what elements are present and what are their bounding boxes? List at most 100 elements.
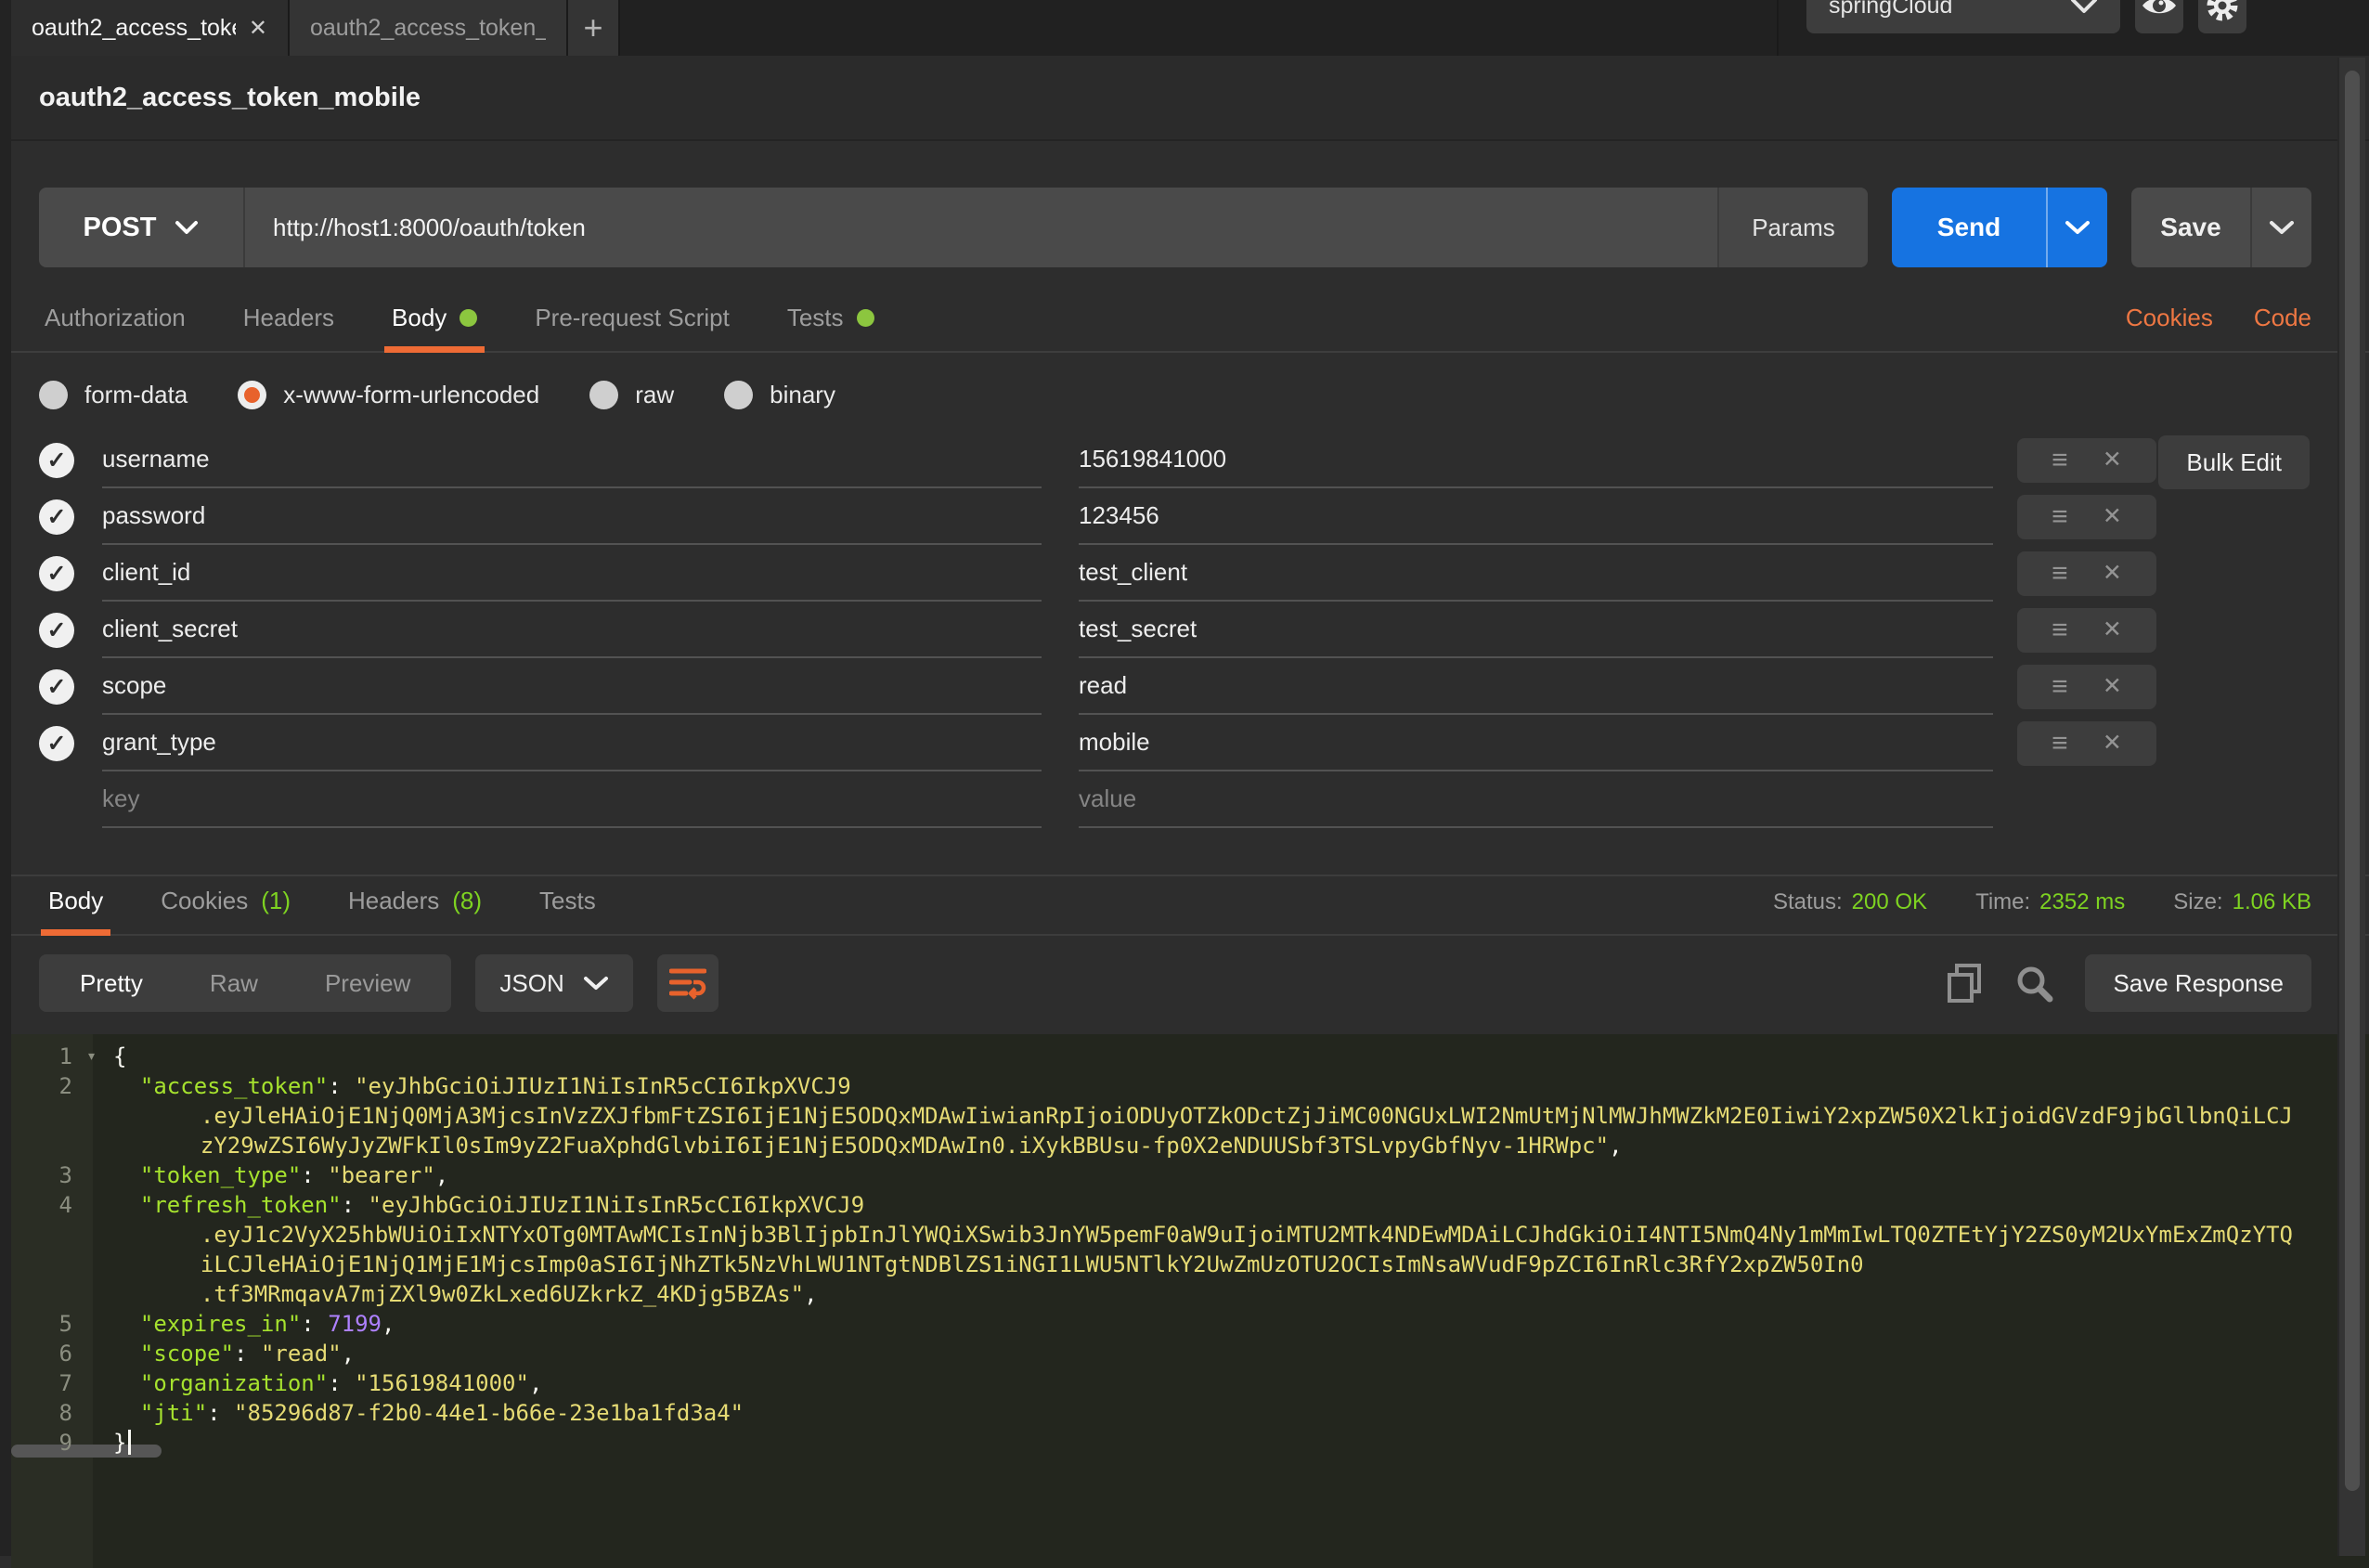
row-enabled-checkbox[interactable]: ✓: [39, 726, 74, 761]
value-field[interactable]: test_secret: [1079, 602, 1993, 658]
radio-unselected-icon[interactable]: [39, 381, 68, 409]
form-row: ✓ client_secret test_secret ≡ ✕: [39, 602, 2369, 658]
code-text: .tf3MRmqavA7mjZXl9w0ZkLxed6UZkrkZ_4KDjg5…: [93, 1279, 818, 1309]
body-mode-binary[interactable]: binary: [724, 381, 835, 409]
vertical-scrollbar-thumb[interactable]: [2345, 71, 2360, 1491]
environment-quick-look-button[interactable]: [2135, 0, 2183, 33]
save-options-button[interactable]: [2250, 188, 2311, 267]
environment-select[interactable]: springCloud: [1806, 0, 2120, 33]
view-mode-raw[interactable]: Raw: [176, 969, 291, 998]
response-tab-cookies[interactable]: Cookies(1): [161, 887, 291, 934]
tab-tests[interactable]: Tests: [787, 304, 874, 351]
form-row: ✓ username 15619841000 ≡ ✕: [39, 432, 2369, 488]
response-language-select[interactable]: JSON: [475, 954, 632, 1012]
code-text: .eyJ1c2VyX25hbWUiOiIxNTYxOTg0MTAwMCIsInN…: [93, 1220, 2293, 1250]
new-tab-button[interactable]: +: [568, 0, 620, 56]
copy-icon[interactable]: [1946, 963, 1983, 1004]
response-tab-label: Headers: [348, 887, 439, 915]
tab-headers[interactable]: Headers: [243, 304, 334, 351]
key-field[interactable]: username: [102, 432, 1042, 488]
token-str: "bearer": [328, 1162, 435, 1188]
response-tab-headers[interactable]: Headers(8): [348, 887, 482, 934]
delete-row-icon[interactable]: ✕: [2103, 618, 2122, 641]
row-controls: ≡✕: [2017, 495, 2156, 539]
url-input[interactable]: http://host1:8000/oauth/token: [245, 188, 1717, 267]
key-field[interactable]: password: [102, 488, 1042, 545]
key-field[interactable]: client_id: [102, 545, 1042, 602]
row-enabled-checkbox[interactable]: ✓: [39, 669, 74, 705]
line-number: 5: [11, 1309, 93, 1339]
token-str: iLCJleHAiOjE1NjQ1MjE1MjcsImp0aSI6IjNhZTk…: [201, 1251, 1864, 1277]
row-enabled-checkbox[interactable]: ✓: [39, 443, 74, 478]
body-mode-raw[interactable]: raw: [589, 381, 674, 409]
cookies-link[interactable]: Cookies: [2126, 304, 2213, 332]
response-tab-items: Body Cookies(1) Headers(8) Tests: [48, 887, 654, 934]
close-tab-icon[interactable]: ✕: [249, 15, 267, 42]
delete-row-icon[interactable]: ✕: [2103, 562, 2122, 585]
code-line: .eyJleHAiOjE1NjQ0MjA3MjcsInVzZXJfbmFtZSI…: [11, 1101, 2369, 1131]
subtab-label: Body: [392, 304, 447, 332]
delete-row-icon[interactable]: ✕: [2103, 675, 2122, 698]
radio-unselected-icon[interactable]: [589, 381, 618, 409]
row-enabled-checkbox[interactable]: ✓: [39, 499, 74, 535]
body-mode-form-data[interactable]: form-data: [39, 381, 188, 409]
drag-handle-icon[interactable]: ≡: [2052, 730, 2068, 758]
token-plain: :: [301, 1311, 328, 1337]
value-field[interactable]: 123456: [1079, 488, 1993, 545]
search-icon[interactable]: [2014, 964, 2053, 1003]
request-tab[interactable]: oauth2_access_token_passv: [290, 0, 568, 56]
urlencoded-editor: ✓username15619841000≡✕✓password123456≡✕✓…: [11, 432, 2369, 843]
value-field[interactable]: test_client: [1079, 545, 1993, 602]
method-select[interactable]: POST: [39, 188, 245, 267]
view-mode-preview[interactable]: Preview: [291, 969, 444, 998]
request-name: oauth2_access_token_mobile: [39, 83, 421, 113]
code-link[interactable]: Code: [2254, 304, 2311, 332]
send-options-button[interactable]: [2046, 188, 2107, 267]
response-tab-tests[interactable]: Tests: [539, 887, 596, 934]
bulk-edit-button[interactable]: Bulk Edit: [2158, 435, 2310, 489]
value-field[interactable]: 15619841000: [1079, 432, 1993, 488]
delete-row-icon[interactable]: ✕: [2103, 448, 2122, 472]
response-tab-body[interactable]: Body: [48, 887, 103, 934]
drag-handle-icon[interactable]: ≡: [2052, 560, 2068, 588]
wrap-lines-button[interactable]: [657, 954, 718, 1012]
row-enabled-checkbox[interactable]: ✓: [39, 613, 74, 648]
drag-handle-icon[interactable]: ≡: [2052, 616, 2068, 644]
save-button[interactable]: Save: [2131, 188, 2250, 267]
body-mode-x-www-form-urlencoded[interactable]: x-www-form-urlencoded: [238, 381, 539, 409]
view-mode-pretty[interactable]: Pretty: [46, 969, 176, 998]
delete-row-icon[interactable]: ✕: [2103, 505, 2122, 528]
token-key: "expires_in": [140, 1311, 301, 1337]
code-line: .tf3MRmqavA7mjZXl9w0ZkLxed6UZkrkZ_4KDjg5…: [11, 1279, 2369, 1309]
response-body-editor[interactable]: 1▾{2"access_token": "eyJhbGciOiJIUzI1NiI…: [11, 1034, 2369, 1568]
send-button[interactable]: Send: [1892, 188, 2046, 267]
key-field[interactable]: scope: [102, 658, 1042, 715]
key-field[interactable]: grant_type: [102, 715, 1042, 771]
chevron-down-icon: [583, 976, 609, 991]
fold-arrow-icon[interactable]: ▾: [86, 1042, 97, 1071]
params-button[interactable]: Params: [1717, 188, 1868, 267]
value-field-placeholder[interactable]: value: [1079, 771, 1993, 828]
radio-unselected-icon[interactable]: [724, 381, 753, 409]
drag-handle-icon[interactable]: ≡: [2052, 673, 2068, 701]
request-subtab-items: Authorization Headers Body Pre-request Scri…: [45, 304, 932, 351]
tab-pre-request-script[interactable]: Pre-request Script: [535, 304, 730, 351]
vertical-scrollbar[interactable]: [2337, 58, 2365, 1556]
row-enabled-checkbox[interactable]: ✓: [39, 556, 74, 591]
tab-body[interactable]: Body: [392, 304, 477, 351]
value-field[interactable]: read: [1079, 658, 1993, 715]
meta-status: Status:200 OK: [1773, 889, 1927, 915]
key-field-placeholder[interactable]: key: [102, 771, 1042, 828]
delete-row-icon[interactable]: ✕: [2103, 732, 2122, 755]
response-meta: Status:200 OKTime:2352 msSize:1.06 KB: [1773, 889, 2311, 934]
value-field[interactable]: mobile: [1079, 715, 1993, 771]
tab-authorization[interactable]: Authorization: [45, 304, 186, 351]
settings-button[interactable]: [2198, 0, 2246, 33]
radio-selected-icon[interactable]: [238, 381, 266, 409]
request-tab[interactable]: oauth2_access_token_✕: [11, 0, 290, 56]
key-field[interactable]: client_secret: [102, 602, 1042, 658]
drag-handle-icon[interactable]: ≡: [2052, 503, 2068, 531]
save-response-button[interactable]: Save Response: [2085, 954, 2311, 1012]
drag-handle-icon[interactable]: ≡: [2052, 447, 2068, 474]
code-line: zY29wZSI6WyJyZWFkIl0sIm9yZ2FuaXphdGlvbiI…: [11, 1131, 2369, 1160]
